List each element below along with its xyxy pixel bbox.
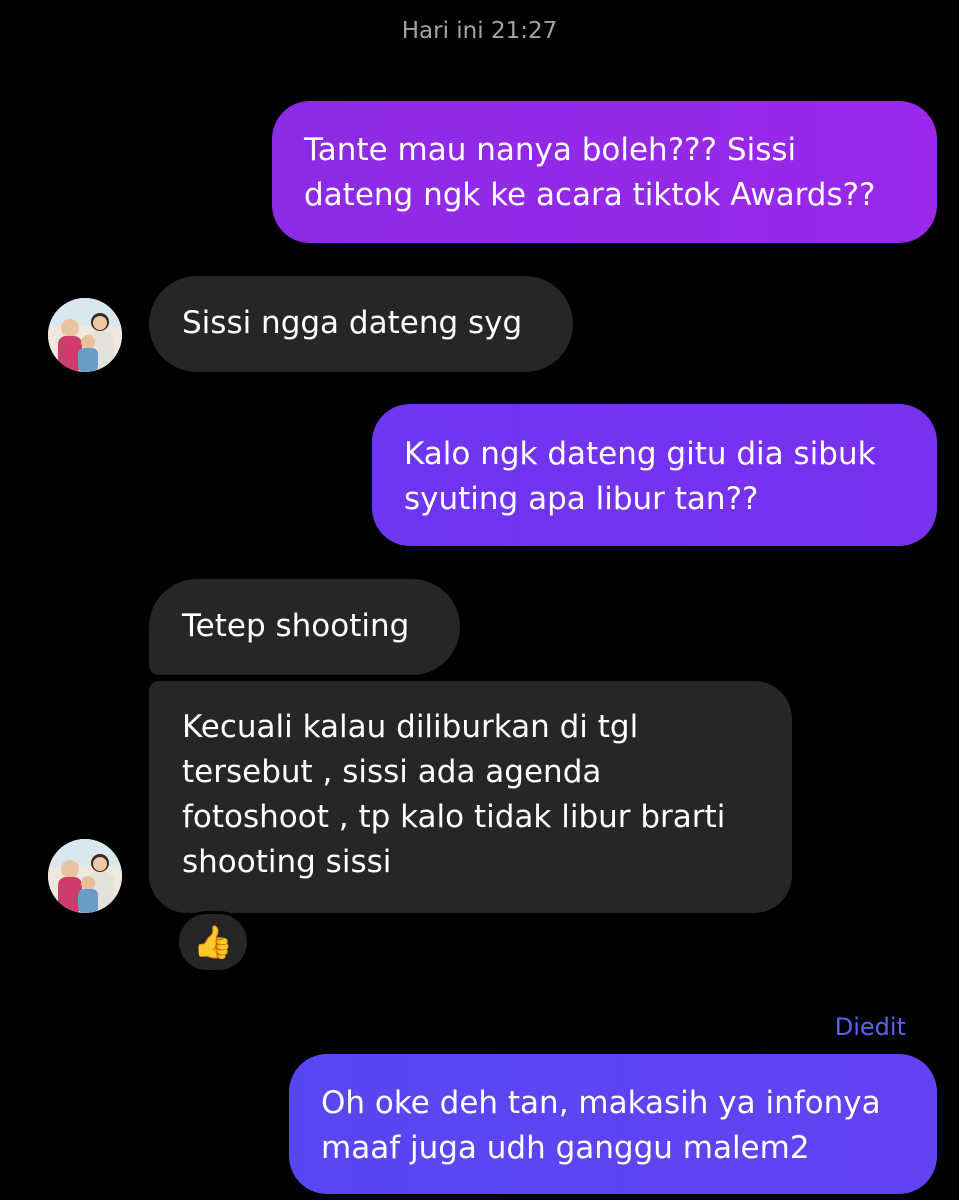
- contact-avatar[interactable]: [48, 298, 122, 372]
- received-message[interactable]: Tetep shooting: [149, 579, 460, 675]
- received-message[interactable]: Kecuali kalau diliburkan di tgl tersebut…: [149, 681, 792, 913]
- sent-message[interactable]: Kalo ngk dateng gitu dia sibuk syuting a…: [372, 404, 937, 546]
- avatar-photo-icon: [48, 298, 122, 372]
- received-message[interactable]: Sissi ngga dateng syg: [149, 276, 573, 372]
- chat-timestamp: Hari ini 21:27: [401, 18, 558, 44]
- sent-message[interactable]: Tante mau nanya boleh??? Sissi dateng ng…: [272, 101, 937, 243]
- sent-message[interactable]: Oh oke deh tan, makasih ya infonya maaf …: [289, 1054, 937, 1194]
- thumbs-up-reaction-icon[interactable]: 👍: [176, 911, 250, 973]
- avatar-photo-icon: [48, 839, 122, 913]
- edited-label: Diedit: [834, 1013, 906, 1041]
- contact-avatar[interactable]: [48, 839, 122, 913]
